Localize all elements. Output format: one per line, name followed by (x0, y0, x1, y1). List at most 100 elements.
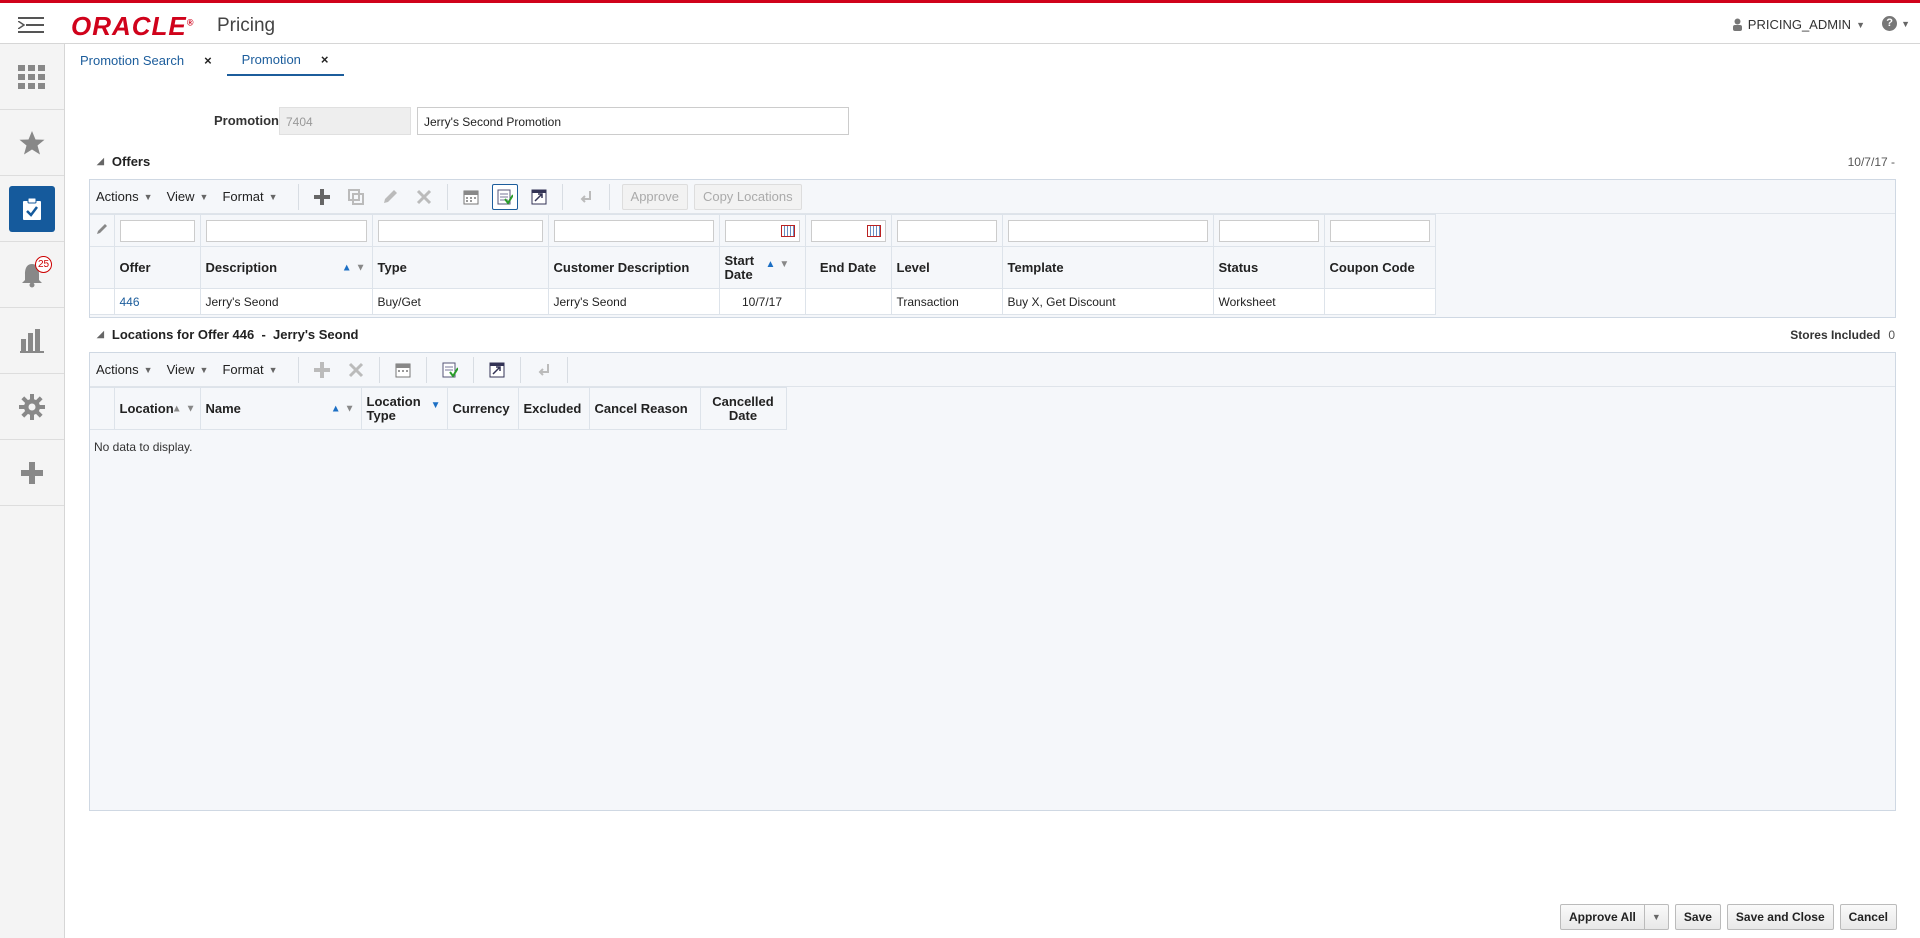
filter-coupon-code-input[interactable] (1329, 219, 1430, 242)
sidebar-item-favorites[interactable] (0, 110, 64, 176)
detach-icon[interactable] (526, 184, 552, 210)
wrap-icon[interactable] (531, 357, 557, 383)
sort-icon[interactable]: ▼ (431, 400, 441, 411)
close-icon[interactable]: × (204, 53, 212, 68)
format-menu[interactable]: Format ▼ (222, 362, 277, 377)
sidebar-item-dashboard[interactable] (0, 44, 64, 110)
export-grid-icon[interactable] (491, 183, 518, 210)
help-icon: ? (1882, 16, 1898, 31)
footer-actions: Approve All ▼ Save Save and Close Cancel (1559, 904, 1897, 930)
sort-icon[interactable]: ▲ ▼ (766, 259, 790, 270)
tab-promotion[interactable]: Promotion × (226, 44, 344, 76)
sidebar-item-notifications[interactable]: 25 (0, 242, 64, 308)
filter-description-input[interactable] (205, 219, 367, 242)
sidebar-item-settings[interactable] (0, 374, 64, 440)
filter-level-input[interactable] (896, 219, 997, 242)
column-header-end-date[interactable]: End Date (804, 246, 892, 289)
collapse-icon: ◢ (97, 156, 104, 166)
approve-all-button[interactable]: Approve All (1559, 904, 1645, 930)
offers-table: Offer Description ▲ ▼ Type Customer Descri… (90, 214, 1436, 315)
filter-start-date-input[interactable] (724, 219, 800, 242)
approve-button[interactable]: Approve (621, 183, 688, 210)
calendar-icon[interactable] (780, 224, 795, 237)
actions-menu[interactable]: Actions ▼ (96, 362, 153, 377)
filter-end-date-input[interactable] (810, 219, 886, 242)
copy-locations-button[interactable]: Copy Locations (693, 183, 802, 210)
menu-toggle-icon[interactable] (18, 15, 44, 35)
sidebar-item-create[interactable] (0, 440, 64, 506)
filter-customer-description-input[interactable] (553, 219, 714, 242)
promotion-label: Promotion (214, 113, 279, 128)
locations-table: Location ▲ ▼ Name ▲ ▼ Location Type ▼ Currenc… (90, 387, 787, 430)
offers-section-header[interactable]: ◢ Offers (97, 154, 150, 169)
column-header-cancel-reason[interactable]: Cancel Reason (588, 387, 701, 430)
user-menu[interactable]: PRICING_ADMIN ▼ (1732, 17, 1865, 32)
help-menu[interactable]: ? ▼ (1882, 16, 1910, 31)
locations-section-header[interactable]: ◢ Locations for Offer 446 - Jerry's Seon… (97, 327, 358, 342)
sort-icon[interactable]: ▲ ▼ (342, 262, 366, 273)
sidebar-item-reports[interactable] (0, 308, 64, 374)
column-header-name[interactable]: Name ▲ ▼ (199, 387, 362, 430)
filter-status-input[interactable] (1218, 219, 1319, 242)
export-grid-icon[interactable] (437, 357, 463, 383)
plus-icon (21, 461, 43, 484)
delete-icon[interactable] (343, 357, 369, 383)
header-row: Location ▲ ▼ Name ▲ ▼ Location Type ▼ Currenc… (90, 387, 787, 430)
column-header-type[interactable]: Type (371, 246, 549, 289)
detach-icon[interactable] (484, 357, 510, 383)
tab-label: Promotion Search (80, 52, 185, 68)
calendar-icon[interactable] (866, 224, 881, 237)
delete-icon[interactable] (411, 184, 437, 210)
add-icon[interactable] (309, 184, 335, 210)
approve-all-split-button: Approve All ▼ (1559, 904, 1669, 930)
column-header-status[interactable]: Status (1212, 246, 1325, 289)
user-name: PRICING_ADMIN (1747, 17, 1852, 32)
edit-icon[interactable] (377, 184, 403, 210)
column-header-customer-description[interactable]: Customer Description (547, 246, 720, 289)
offer-link[interactable]: 446 (120, 295, 140, 309)
cancel-button[interactable]: Cancel (1839, 904, 1897, 930)
cell-status: Worksheet (1212, 288, 1325, 315)
locations-toolbar: Actions ▼ View ▼ Format ▼ (90, 353, 1895, 387)
tab-promotion-search[interactable]: Promotion Search × (65, 44, 227, 76)
calendar-icon[interactable] (390, 357, 416, 383)
chevron-down-icon[interactable]: ▼ (1644, 904, 1669, 930)
sidebar-item-tasks[interactable] (0, 176, 64, 242)
view-menu[interactable]: View ▼ (167, 189, 209, 204)
promotion-id-field: 7404 (279, 107, 411, 135)
filter-template-input[interactable] (1007, 219, 1208, 242)
column-header-start-date[interactable]: Start Date ▲ ▼ (718, 246, 806, 289)
filter-type-input[interactable] (377, 219, 543, 242)
wrap-icon[interactable] (573, 184, 599, 210)
save-and-close-button[interactable]: Save and Close (1726, 904, 1834, 930)
chevron-down-icon: ▼ (199, 191, 209, 202)
column-header-location-type[interactable]: Location Type ▼ (360, 387, 448, 430)
add-icon[interactable] (309, 357, 335, 383)
column-header-location[interactable]: Location ▲ ▼ (113, 387, 201, 430)
cell-customer-description: Jerry's Seond (547, 288, 720, 315)
column-header-coupon-code[interactable]: Coupon Code (1323, 246, 1436, 289)
column-header-description[interactable]: Description ▲ ▼ (199, 246, 373, 289)
column-header-level[interactable]: Level (890, 246, 1003, 289)
sort-icon[interactable]: ▲ ▼ (331, 403, 355, 414)
close-icon[interactable]: × (321, 52, 329, 67)
save-button[interactable]: Save (1674, 904, 1721, 930)
calendar-icon[interactable] (458, 184, 484, 210)
promotion-name-field[interactable]: Jerry's Second Promotion (417, 107, 849, 135)
offers-toolbar: Actions ▼ View ▼ Format ▼ Approve Copy Loca… (90, 180, 1895, 214)
duplicate-icon[interactable] (343, 184, 369, 210)
view-menu[interactable]: View ▼ (167, 362, 209, 377)
column-header-cancelled-date[interactable]: Cancelled Date (699, 387, 787, 430)
column-header-currency[interactable]: Currency (446, 387, 519, 430)
filter-offer-input[interactable] (119, 219, 195, 242)
document-tabs: Promotion Search × Promotion × (65, 44, 344, 76)
column-header-template[interactable]: Template (1001, 246, 1214, 289)
sort-icon[interactable]: ▲ ▼ (172, 403, 196, 414)
column-header-offer[interactable]: Offer (113, 246, 201, 289)
format-menu[interactable]: Format ▼ (222, 189, 277, 204)
actions-menu[interactable]: Actions ▼ (96, 189, 153, 204)
offers-title: Offers (111, 154, 151, 169)
column-header-excluded[interactable]: Excluded (517, 387, 590, 430)
user-icon (1732, 18, 1742, 31)
table-row[interactable]: 446 Jerry's Seond Buy/Get Jerry's Seond … (90, 288, 1436, 315)
